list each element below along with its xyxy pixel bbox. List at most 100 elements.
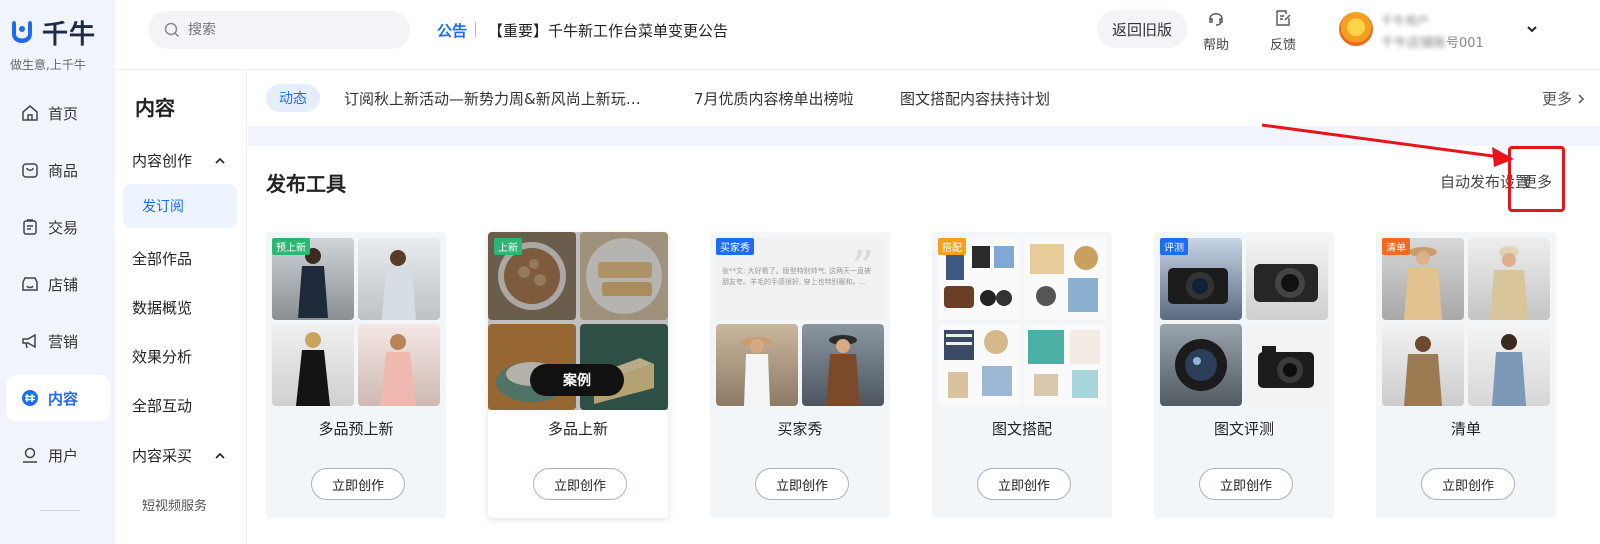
- subnav-item-effect-analysis[interactable]: 效果分析: [132, 346, 192, 367]
- news-tag: 动态: [266, 84, 320, 112]
- tool-card-multi-new[interactable]: 上新 案例 多品上新 立即创作: [488, 232, 668, 518]
- rail-item-label: 用户: [48, 446, 79, 465]
- subnav-title: 内容: [135, 96, 175, 120]
- rail-item-marketing[interactable]: 营销: [6, 318, 110, 364]
- rail-item-trade[interactable]: 交易: [6, 204, 110, 250]
- review-quote-text: 张**文: 大好看了。版型特别帅气, 这两天一直被朋友夸。羊毛的手感很好, 穿上…: [722, 267, 872, 286]
- tool-card-outfit[interactable]: 搭配 图文搭配 立即创作: [932, 232, 1112, 518]
- search-input[interactable]: [188, 22, 388, 38]
- create-now-button[interactable]: 立即创作: [755, 468, 849, 500]
- news-item[interactable]: 图文搭配内容扶持计划: [900, 88, 1050, 109]
- card-tag: 买家秀: [716, 238, 754, 255]
- create-now-button[interactable]: 立即创作: [533, 468, 627, 500]
- rail-item-store[interactable]: 店铺: [6, 261, 110, 307]
- fashion-photo: [1382, 324, 1464, 406]
- tool-card-buyer-show[interactable]: 买家秀 ” 张**文: 大好看了。版型特别帅气, 这两天一直被朋友夸。羊毛的手感…: [710, 232, 890, 518]
- back-to-old-version-button[interactable]: 返回旧版: [1097, 10, 1187, 48]
- create-now-button[interactable]: 立即创作: [311, 468, 405, 500]
- rail-item-label: 店铺: [48, 275, 79, 294]
- brand-name: 千牛: [42, 20, 97, 50]
- outfit-photo: [938, 324, 1020, 406]
- rail-item-goods[interactable]: 商品: [6, 147, 110, 193]
- card-image-grid: ” 张**文: 大好看了。版型特别帅气, 这两天一直被朋友夸。羊毛的手感很好, …: [716, 238, 884, 406]
- card-title: 多品预上新: [318, 420, 394, 438]
- outfit-photo: [1024, 238, 1106, 320]
- search-icon: [164, 22, 180, 38]
- fashion-photo: [1468, 238, 1550, 320]
- rail-item-content[interactable]: 内容: [6, 375, 110, 421]
- card-title: 图文搭配: [991, 420, 1052, 438]
- user-shop: 千牛店铺账号001: [1381, 32, 1484, 51]
- rail-item-label: 交易: [48, 218, 79, 237]
- brand-slogan: 做生意,上千牛: [10, 58, 86, 72]
- card-title: 图文评测: [1213, 420, 1274, 438]
- help-button[interactable]: 帮助: [1196, 8, 1236, 53]
- create-now-button[interactable]: 立即创作: [1421, 468, 1515, 500]
- subnav-item-all-interaction[interactable]: 全部互动: [132, 395, 192, 416]
- subnav-group-label: 内容创作: [132, 152, 193, 170]
- subnav-item-all-works[interactable]: 全部作品: [132, 248, 192, 269]
- camera-photo: [1246, 238, 1328, 320]
- card-tag: 上新: [494, 238, 522, 255]
- headset-icon: [1209, 13, 1223, 26]
- subnav-item-publish-subscription[interactable]: 发订阅: [123, 184, 237, 228]
- buyer-photo: [716, 324, 798, 406]
- subnav-item-short-video[interactable]: 短视频服务: [142, 495, 207, 514]
- feedback-button[interactable]: 反馈: [1263, 8, 1303, 53]
- fashion-photo: [272, 324, 354, 406]
- card-image-grid: [938, 238, 1106, 406]
- card-title: 多品上新: [547, 420, 608, 438]
- annotation-arrow: [1261, 123, 1514, 167]
- fashion-photo: [358, 324, 440, 406]
- clipboard-icon: [23, 219, 37, 235]
- card-tag: 评测: [1160, 238, 1188, 255]
- card-title: 清单: [1450, 420, 1481, 438]
- rail-divider: [40, 510, 80, 511]
- create-now-button[interactable]: 立即创作: [1199, 468, 1293, 500]
- user-name: 千牛用户: [1381, 14, 1430, 28]
- bag-icon: [22, 163, 38, 178]
- user-shop-suffix: 号001: [1446, 36, 1484, 51]
- fashion-photo: [1468, 324, 1550, 406]
- avatar[interactable]: [1339, 12, 1373, 46]
- card-title: 买家秀: [777, 420, 823, 438]
- brand-logo[interactable]: 千牛: [8, 14, 96, 51]
- news-more-link[interactable]: 更多: [1542, 88, 1586, 109]
- tool-card-multi-preview[interactable]: 预上新 多品预上新 立即创作: [266, 232, 446, 518]
- tool-card-list[interactable]: 清单 清单 立即创作: [1376, 232, 1556, 518]
- news-item[interactable]: 订阅秋上新活动—新势力周&新风尚上新玩…: [344, 88, 641, 109]
- chevron-down-icon[interactable]: [1525, 22, 1539, 36]
- feedback-label: 反馈: [1269, 38, 1296, 53]
- publish-tools-title: 发布工具: [266, 172, 346, 196]
- subnav-group-label: 内容采买: [132, 447, 193, 465]
- rail-item-label: 商品: [48, 161, 79, 180]
- rail-item-user[interactable]: 用户: [6, 432, 110, 478]
- subnav-item-data-overview[interactable]: 数据概览: [132, 297, 192, 318]
- help-label: 帮助: [1202, 38, 1229, 53]
- edit-note-icon: [1276, 10, 1291, 26]
- search-box[interactable]: [148, 11, 410, 49]
- case-example-button[interactable]: 案例: [530, 364, 624, 396]
- rail-item-label: 首页: [48, 104, 79, 123]
- rail-item-home[interactable]: 首页: [6, 90, 110, 136]
- notice-separator: [475, 22, 476, 37]
- card-tag: 清单: [1382, 238, 1410, 255]
- lens-photo: [1160, 324, 1242, 406]
- subnav-group-content-creation[interactable]: 内容创作: [132, 150, 226, 171]
- news-more-label: 更多: [1541, 90, 1572, 108]
- qianniu-logo-icon: [12, 20, 32, 43]
- create-now-button[interactable]: 立即创作: [977, 468, 1071, 500]
- chevron-up-icon: [215, 452, 225, 459]
- rail-item-label: 营销: [48, 332, 79, 351]
- rail-item-label: 内容: [48, 389, 79, 408]
- home-icon: [22, 105, 38, 121]
- subnav-group-content-purchase[interactable]: 内容采买: [132, 445, 226, 466]
- card-image-grid: [1382, 238, 1550, 406]
- user-shop-prefix: 千牛店铺账: [1381, 36, 1447, 51]
- camera-photo: [1246, 324, 1328, 406]
- notice-link[interactable]: 【重要】千牛新工作台菜单变更公告: [488, 20, 728, 41]
- tool-card-review[interactable]: 评测 图文评测 立即创作: [1154, 232, 1334, 518]
- card-image-grid: [272, 238, 440, 406]
- sub-nav: 内容 内容创作 发订阅 全部作品 数据概览 效果分析 全部互动 内容采买 短视频…: [115, 70, 247, 544]
- news-item[interactable]: 7月优质内容榜单出榜啦: [694, 88, 854, 109]
